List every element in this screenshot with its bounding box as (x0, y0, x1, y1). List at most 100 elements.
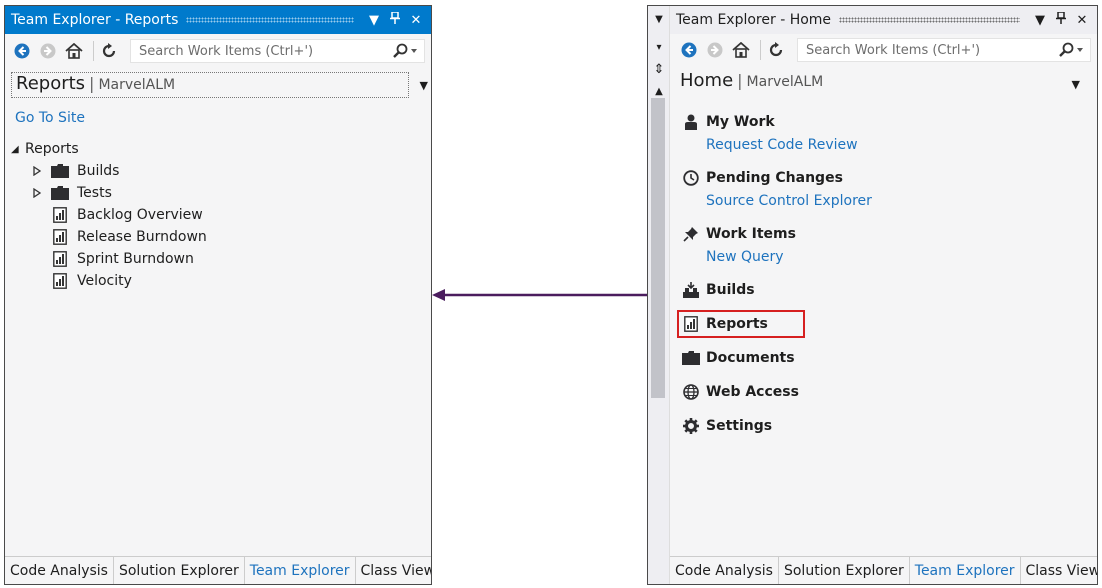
team-explorer-reports-panel: Team Explorer - Reports ▼ ✕ Reports (4, 5, 432, 585)
section-work-items: Work Items New Query (682, 222, 1082, 268)
search-input[interactable] (804, 41, 1058, 59)
close-icon[interactable]: ✕ (407, 13, 425, 28)
page-header[interactable]: Reports | MarvelALM ▼ (11, 72, 428, 98)
go-to-site-link[interactable]: Go To Site (15, 110, 85, 126)
report-icon (682, 316, 700, 332)
home-icon[interactable] (63, 40, 85, 62)
reports-tree: ◢ Reports Builds Tests Backlog Overview … (11, 138, 207, 292)
toolbar-separator (93, 41, 94, 61)
tab-code-analysis[interactable]: Code Analysis (670, 557, 779, 584)
section-settings: Settings (682, 414, 1082, 438)
hub-item-label: Work Items (706, 226, 796, 242)
hub-item-documents[interactable]: Documents (682, 346, 1082, 370)
section-reports: Reports (677, 310, 1082, 338)
right-title-bar[interactable]: Team Explorer - Home ▼ ✕ (670, 6, 1097, 34)
hub-item-my-work[interactable]: My Work (682, 110, 1082, 134)
tab-solution-explorer[interactable]: Solution Explorer (114, 557, 245, 584)
dropdown-icon[interactable]: ▼ (1031, 13, 1049, 28)
hub-item-settings[interactable]: Settings (682, 414, 1082, 438)
scroll-up-icon[interactable]: ▲ (651, 86, 667, 97)
pin-icon[interactable] (1052, 11, 1070, 28)
tree-item-report[interactable]: Release Burndown (29, 226, 207, 248)
section-documents: Documents (682, 346, 1082, 370)
search-icon[interactable] (1058, 42, 1084, 58)
expand-arrow-icon[interactable] (29, 188, 45, 198)
tree-item-report[interactable]: Sprint Burndown (29, 248, 207, 270)
folder-icon (51, 163, 69, 179)
report-icon (51, 251, 69, 267)
tab-solution-explorer[interactable]: Solution Explorer (779, 557, 910, 584)
clock-icon (682, 170, 700, 186)
page-header[interactable]: Home | MarvelALM ▼ (678, 70, 1086, 100)
tab-team-explorer[interactable]: Team Explorer (245, 557, 356, 584)
report-icon (51, 229, 69, 245)
dropdown-icon[interactable]: ▼ (365, 13, 383, 28)
back-icon[interactable] (11, 40, 33, 62)
left-panel-title: Team Explorer - Reports (11, 12, 179, 28)
tab-team-explorer[interactable]: Team Explorer (910, 557, 1021, 584)
tree-root-reports[interactable]: ◢ Reports (11, 138, 207, 160)
chevron-down-icon[interactable]: ▼ (1072, 78, 1080, 91)
tree-item-builds[interactable]: Builds (29, 160, 207, 182)
toolbar-separator (760, 40, 761, 60)
refresh-icon[interactable] (98, 40, 120, 62)
hub-item-work-items[interactable]: Work Items (682, 222, 1082, 246)
tree-item-report[interactable]: Velocity (29, 270, 207, 292)
project-name: MarvelALM (746, 74, 824, 90)
section-my-work: My Work Request Code Review (682, 110, 1082, 156)
hub-item-label: Settings (706, 418, 773, 434)
close-icon[interactable]: ✕ (1073, 13, 1091, 28)
chevron-down-icon[interactable]: ▾ (651, 42, 667, 53)
hub-item-label: Pending Changes (706, 170, 843, 186)
title-grip (839, 17, 1020, 23)
tree-item-label: Release Burndown (77, 229, 207, 245)
expand-arrow-icon[interactable] (29, 166, 45, 176)
search-icon[interactable] (392, 43, 418, 59)
globe-icon (682, 384, 700, 400)
hub-item-label: My Work (706, 114, 775, 130)
dropdown-icon[interactable]: ▼ (651, 14, 667, 25)
tree-item-label: Tests (77, 185, 112, 201)
tree-item-report[interactable]: Backlog Overview (29, 204, 207, 226)
collapse-arrow-icon[interactable]: ◢ (11, 144, 25, 155)
vertical-scrollbar[interactable] (651, 98, 665, 398)
home-icon[interactable] (730, 39, 752, 61)
refresh-icon[interactable] (765, 39, 787, 61)
tree-item-label: Velocity (77, 273, 132, 289)
bottom-tab-strip: Code Analysis Solution Explorer Team Exp… (5, 556, 431, 584)
project-name: MarvelALM (98, 77, 176, 93)
hub-item-reports[interactable]: Reports (677, 310, 805, 338)
section-builds: Builds (682, 278, 1082, 302)
tree-item-tests[interactable]: Tests (29, 182, 207, 204)
hub-item-web-access[interactable]: Web Access (682, 380, 1082, 404)
report-icon (51, 273, 69, 289)
home-hub-list: My Work Request Code Review Pending Chan… (677, 110, 1082, 448)
page-title: Reports (16, 73, 86, 94)
pin-icon[interactable] (386, 11, 404, 28)
hub-item-pending-changes[interactable]: Pending Changes (682, 166, 1082, 190)
search-work-items-box (797, 38, 1091, 62)
search-work-items-box (130, 39, 425, 63)
source-control-explorer-link[interactable]: Source Control Explorer (706, 193, 872, 209)
left-title-bar[interactable]: Team Explorer - Reports ▼ ✕ (5, 6, 431, 34)
person-icon (682, 114, 700, 130)
request-code-review-link[interactable]: Request Code Review (706, 137, 858, 153)
section-web-access: Web Access (682, 380, 1082, 404)
chevron-down-icon[interactable]: ▼ (420, 79, 428, 92)
back-icon[interactable] (678, 39, 700, 61)
new-query-link[interactable]: New Query (706, 249, 784, 265)
tab-class-view[interactable]: Class View (1021, 557, 1097, 584)
forward-icon[interactable] (37, 40, 59, 62)
forward-icon[interactable] (704, 39, 726, 61)
hub-item-label: Reports (706, 316, 768, 332)
header-divider: | (737, 71, 743, 90)
pushpin-icon (682, 226, 700, 242)
header-divider: | (89, 74, 95, 93)
tab-class-view[interactable]: Class View (356, 557, 431, 584)
search-input[interactable] (137, 42, 392, 60)
go-to-site-container: Go To Site (15, 110, 85, 126)
title-grip (186, 17, 354, 23)
split-icon[interactable]: ⇕ (651, 62, 667, 77)
tab-code-analysis[interactable]: Code Analysis (5, 557, 114, 584)
hub-item-builds[interactable]: Builds (682, 278, 1082, 302)
